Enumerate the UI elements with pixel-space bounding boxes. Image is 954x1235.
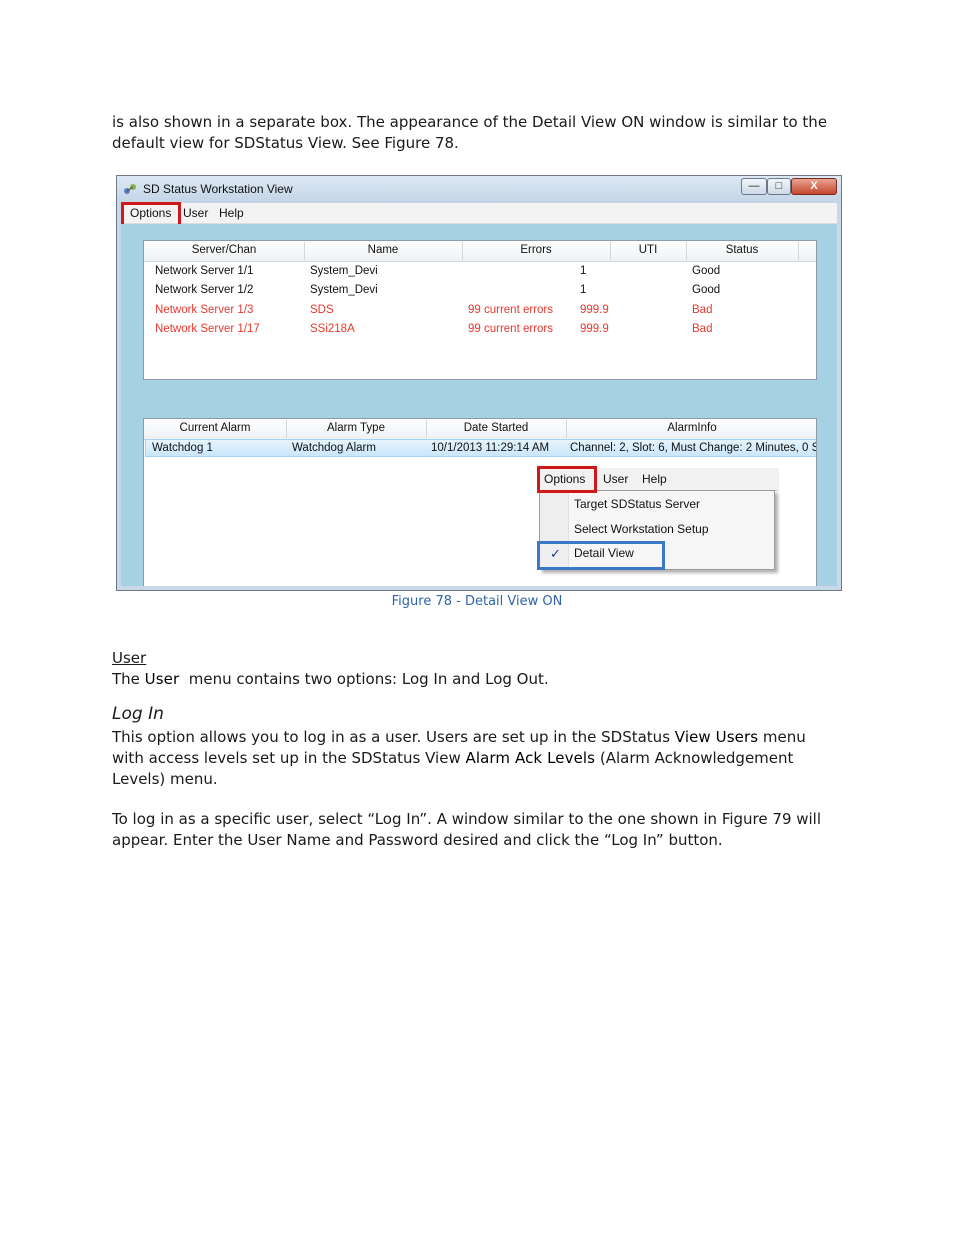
cell-errors: 99 current errors	[468, 323, 554, 335]
cell-server: Network Server 1/17	[155, 323, 260, 335]
alarm-table-header: Current Alarm Alarm Type Date Started Al…	[144, 419, 816, 440]
menu-help[interactable]: Help	[219, 206, 244, 220]
login-p1-text-c: menu	[758, 728, 806, 746]
user-heading: User	[112, 649, 147, 667]
cell-server: Network Server 1/1	[155, 265, 254, 277]
cell-server: Network Server 1/3	[155, 304, 254, 316]
login-p2-line-2: appear. Enter the User Name and Password…	[112, 831, 723, 849]
user-text-bold: User	[144, 670, 180, 688]
figure-caption: Figure 78 - Detail View ON	[391, 594, 563, 609]
maximize-button[interactable]: □	[767, 178, 791, 195]
server-table: Server/Chan Name Errors UTI Status Netwo…	[143, 240, 817, 380]
cell-date: 10/1/2013 11:29:14 AM	[431, 442, 550, 454]
intro-line-2: default view for SDStatus View. See Figu…	[112, 134, 459, 152]
window-title: SD Status Workstation View	[143, 182, 293, 196]
intro-line-1: is also shown in a separate box. The app…	[112, 113, 828, 131]
detail-view-highlight-box	[537, 541, 665, 570]
minimize-button[interactable]: —	[741, 178, 767, 195]
col-date-started[interactable]: Date Started	[426, 422, 566, 434]
login-p1-text-a: This option allows you to log in as a us…	[112, 728, 675, 746]
window-client-area: Server/Chan Name Errors UTI Status Netwo…	[121, 224, 837, 586]
cell-alarm-type: Watchdog Alarm	[292, 442, 376, 454]
user-text-pre: The	[112, 670, 145, 688]
login-paragraph-1: This option allows you to log in as a us…	[112, 727, 842, 790]
col-name[interactable]: Name	[304, 244, 462, 256]
cell-uti: 999.9	[580, 304, 609, 316]
view-users-term: View Users	[674, 728, 759, 746]
minimize-icon: —	[748, 180, 760, 192]
col-server-chan[interactable]: Server/Chan	[144, 244, 304, 256]
cell-name: System_Devi	[310, 265, 378, 277]
login-heading: Log In	[112, 704, 164, 724]
cell-name: SSi218A	[310, 323, 355, 335]
menu-item-select-workstation-setup[interactable]: Select Workstation Setup	[574, 522, 709, 536]
close-icon: X	[810, 180, 818, 192]
col-alarm-type[interactable]: Alarm Type	[286, 422, 426, 434]
menu-item-target-server[interactable]: Target SDStatus Server	[574, 497, 700, 511]
window-titlebar: SD Status Workstation View — □ X	[117, 176, 841, 203]
cell-uti: 999.9	[580, 323, 609, 335]
window-menubar: Options User Help	[121, 203, 837, 224]
cell-name: SDS	[310, 304, 334, 316]
cell-alarm: Watchdog 1	[152, 442, 213, 454]
intro-paragraph: is also shown in a separate box. The app…	[112, 112, 842, 154]
dropdown-menu-help[interactable]: Help	[642, 472, 667, 486]
dropdown-options-highlight-box	[537, 466, 597, 493]
user-text-post: menu contains two options: Log In and Lo…	[179, 670, 549, 688]
cell-status: Bad	[692, 304, 713, 316]
user-section: User The User menu contains two options:…	[112, 648, 842, 690]
cell-status: Good	[692, 284, 721, 296]
login-p1-text-g: Levels) menu.	[112, 770, 218, 788]
col-status[interactable]: Status	[686, 244, 798, 256]
cell-uti: 1	[580, 265, 587, 277]
close-button[interactable]: X	[791, 178, 837, 195]
alarm-ack-levels-term: Alarm Ack Levels	[465, 749, 596, 767]
cell-status: Good	[692, 265, 721, 277]
menu-user[interactable]: User	[183, 206, 208, 220]
cell-status: Bad	[692, 323, 713, 335]
cell-name: System_Devi	[310, 284, 378, 296]
col-uti[interactable]: UTI	[610, 244, 686, 256]
login-heading-block: Log In	[112, 704, 842, 725]
app-icon	[124, 184, 136, 194]
table-row[interactable]: Watchdog 1 Watchdog Alarm 10/1/2013 11:2…	[145, 439, 817, 457]
col-errors[interactable]: Errors	[462, 244, 610, 256]
col-alarminfo[interactable]: AlarmInfo	[566, 422, 816, 434]
maximize-icon: □	[775, 180, 783, 192]
login-p2-line-1: To log in as a specific user, select “Lo…	[112, 810, 822, 828]
cell-uti: 1	[580, 284, 587, 296]
cell-server: Network Server 1/2	[155, 284, 254, 296]
cell-errors: 99 current errors	[468, 304, 554, 316]
col-current-alarm[interactable]: Current Alarm	[144, 422, 286, 434]
server-table-header: Server/Chan Name Errors UTI Status	[144, 241, 816, 262]
cell-alarminfo: Channel: 2, Slot: 6, Must Change: 2 Minu…	[570, 442, 817, 454]
sd-status-window: SD Status Workstation View — □ X Options…	[116, 175, 842, 591]
login-p1-text-f: (Alarm Acknowledgement	[595, 749, 794, 767]
dropdown-menu-user[interactable]: User	[603, 472, 628, 486]
login-p1-text-d: with access levels set up in the SDStatu…	[112, 749, 466, 767]
login-paragraph-2: To log in as a specific user, select “Lo…	[112, 809, 842, 851]
